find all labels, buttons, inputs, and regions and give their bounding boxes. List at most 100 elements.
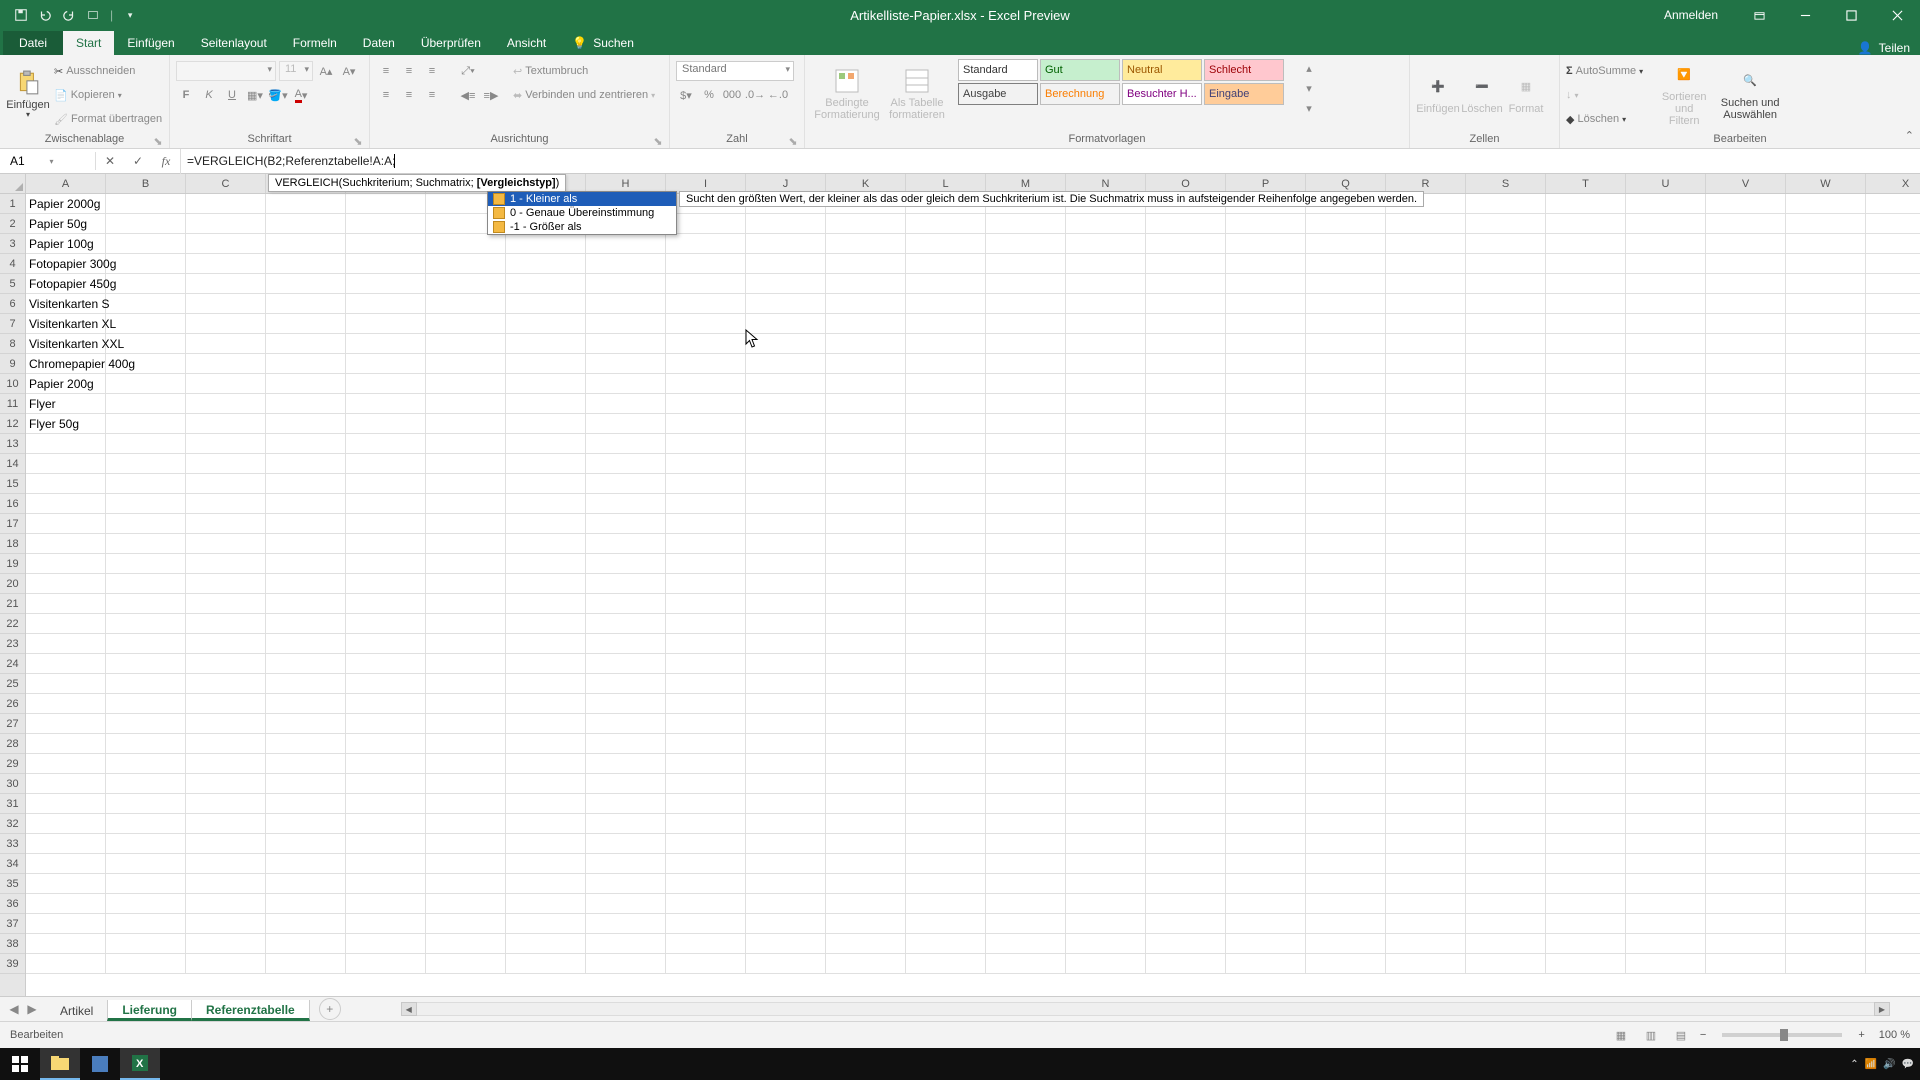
cell[interactable] [1146, 694, 1226, 714]
cell[interactable] [1866, 234, 1920, 254]
zoom-in-icon[interactable]: + [1858, 1029, 1864, 1041]
cell[interactable] [1866, 554, 1920, 574]
currency-icon[interactable]: $▾ [676, 85, 696, 105]
cell[interactable] [1706, 534, 1786, 554]
cell[interactable] [186, 434, 266, 454]
cell[interactable] [1386, 234, 1466, 254]
cell[interactable] [1866, 334, 1920, 354]
cell[interactable] [1546, 334, 1626, 354]
cell[interactable] [266, 334, 346, 354]
cell[interactable] [586, 574, 666, 594]
cell[interactable] [1066, 454, 1146, 474]
enter-formula-icon[interactable]: ✓ [124, 149, 152, 174]
cell[interactable] [1866, 674, 1920, 694]
cell[interactable] [1626, 374, 1706, 394]
cell[interactable] [1866, 394, 1920, 414]
cell[interactable] [666, 234, 746, 254]
cell[interactable] [1066, 614, 1146, 634]
cell[interactable] [586, 814, 666, 834]
font-size-dropdown[interactable]: 11 [279, 61, 313, 81]
cell[interactable] [426, 454, 506, 474]
cell[interactable] [1546, 414, 1626, 434]
cell[interactable] [1226, 894, 1306, 914]
cell[interactable] [1386, 494, 1466, 514]
cell[interactable] [746, 614, 826, 634]
cell[interactable] [426, 694, 506, 714]
cell[interactable] [266, 794, 346, 814]
cell[interactable] [1546, 714, 1626, 734]
cell[interactable] [906, 214, 986, 234]
cell-style-option[interactable]: Ausgabe [958, 83, 1038, 105]
cell[interactable] [1306, 254, 1386, 274]
cell[interactable] [1146, 354, 1226, 374]
cell[interactable] [1146, 654, 1226, 674]
cell[interactable] [826, 394, 906, 414]
cell[interactable] [1866, 294, 1920, 314]
cell[interactable] [826, 614, 906, 634]
cell[interactable] [906, 374, 986, 394]
cell[interactable] [1866, 434, 1920, 454]
cell[interactable] [986, 234, 1066, 254]
cell[interactable] [1546, 554, 1626, 574]
find-select-button[interactable]: 🔍Suchen und Auswählen [1717, 58, 1783, 130]
cell[interactable] [106, 314, 186, 334]
border-icon[interactable]: ▦▾ [245, 85, 265, 105]
cell[interactable] [1306, 854, 1386, 874]
cell[interactable] [26, 914, 106, 934]
cell[interactable] [1226, 294, 1306, 314]
cell[interactable] [1866, 354, 1920, 374]
cell[interactable] [1386, 414, 1466, 434]
cell[interactable] [106, 914, 186, 934]
cell[interactable] [986, 914, 1066, 934]
cell[interactable] [666, 434, 746, 454]
cell[interactable] [1786, 354, 1866, 374]
cell[interactable] [346, 554, 426, 574]
cell[interactable] [266, 774, 346, 794]
cell[interactable] [826, 514, 906, 534]
cell[interactable] [346, 654, 426, 674]
cell[interactable] [26, 794, 106, 814]
cell[interactable] [1306, 734, 1386, 754]
format-cells-button[interactable]: ▦Format [1504, 58, 1548, 130]
cell[interactable] [1866, 954, 1920, 974]
cell[interactable] [1786, 894, 1866, 914]
cell[interactable] [746, 754, 826, 774]
cell[interactable] [746, 734, 826, 754]
cell[interactable] [1146, 234, 1226, 254]
cell[interactable] [426, 834, 506, 854]
cell[interactable] [1066, 774, 1146, 794]
row-header[interactable]: 12 [0, 414, 25, 434]
row-header[interactable]: 24 [0, 654, 25, 674]
cell[interactable] [1066, 394, 1146, 414]
cell[interactable] [346, 714, 426, 734]
cell[interactable] [1866, 654, 1920, 674]
cell[interactable] [266, 434, 346, 454]
cell[interactable] [106, 614, 186, 634]
row-header[interactable]: 37 [0, 914, 25, 934]
cell[interactable] [586, 374, 666, 394]
cell[interactable] [1066, 794, 1146, 814]
cell[interactable] [506, 594, 586, 614]
cell[interactable] [186, 574, 266, 594]
row-header[interactable]: 10 [0, 374, 25, 394]
cell[interactable] [666, 394, 746, 414]
cell[interactable] [106, 774, 186, 794]
cell[interactable] [986, 934, 1066, 954]
cell[interactable] [186, 314, 266, 334]
cell[interactable] [1306, 794, 1386, 814]
cell[interactable] [746, 594, 826, 614]
cell[interactable] [1626, 334, 1706, 354]
cell[interactable] [1066, 874, 1146, 894]
cell[interactable] [1386, 254, 1466, 274]
cell[interactable] [826, 954, 906, 974]
conditional-formatting-button[interactable]: Bedingte Formatierung [811, 58, 883, 130]
cell[interactable] [1546, 374, 1626, 394]
cell[interactable] [26, 754, 106, 774]
tell-me-search[interactable]: 💡 Suchen [559, 31, 647, 55]
cell[interactable] [906, 754, 986, 774]
cell[interactable] [1626, 954, 1706, 974]
cell[interactable] [506, 794, 586, 814]
cell[interactable] [1146, 614, 1226, 634]
cell[interactable] [1066, 574, 1146, 594]
row-header[interactable]: 23 [0, 634, 25, 654]
